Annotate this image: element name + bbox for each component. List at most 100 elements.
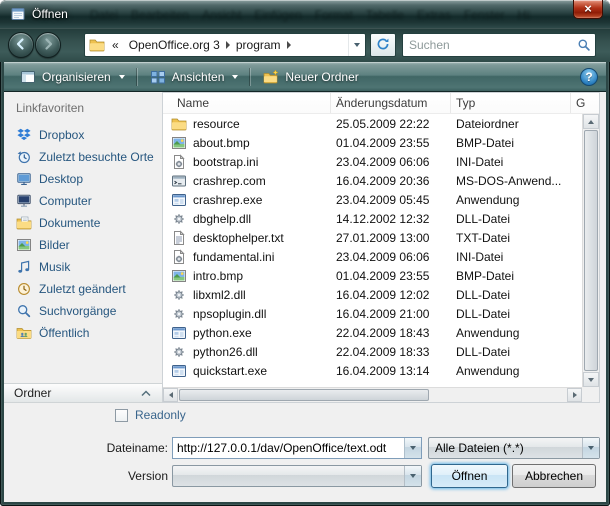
sidebar-item-label: Zuletzt besuchte Orte	[39, 150, 154, 164]
breadcrumb-item-openoffice-org-3[interactable]: OpenOffice.org 3	[124, 34, 225, 56]
open-button[interactable]: Öffnen	[431, 464, 508, 488]
toolbar-button-label: Ansichten	[172, 70, 225, 84]
command-toolbar: Organisieren Ansichten Neuer Ordner ?	[4, 62, 606, 92]
sidebar-item-dropbox[interactable]: Dropbox	[4, 124, 162, 146]
file-row-quickstart-exe[interactable]: quickstart.exe16.04.2009 13:14Anwendung	[163, 361, 582, 380]
sidebar-item-computer[interactable]: Computer	[4, 190, 162, 212]
sidebar-item-bilder[interactable]: Bilder	[4, 234, 162, 256]
address-bar[interactable]: «OpenOffice.org 3 program	[84, 33, 366, 57]
sidebar-item-label: Zuletzt geändert	[39, 282, 126, 296]
forward-button[interactable]	[35, 32, 61, 58]
file-row-bootstrap-ini[interactable]: bootstrap.ini23.04.2009 06:06INI-Datei	[163, 152, 582, 171]
ini-icon	[171, 154, 187, 170]
help-button[interactable]: ?	[580, 68, 598, 86]
search-icon[interactable]	[573, 38, 595, 52]
file-name: bootstrap.ini	[193, 155, 258, 169]
sidebar-item-desktop[interactable]: Desktop	[4, 168, 162, 190]
folders-bar[interactable]: Ordner	[4, 383, 162, 403]
toolbar-organisieren[interactable]: Organisieren	[12, 65, 133, 89]
sidebar-item-musik[interactable]: Musik	[4, 256, 162, 278]
views-icon	[150, 69, 166, 85]
file-name: fundamental.ini	[193, 250, 274, 264]
forward-arrow-icon	[41, 37, 55, 54]
search-box	[402, 33, 596, 57]
vertical-scroll-thumb[interactable]	[584, 130, 598, 371]
bmp-icon	[171, 135, 187, 151]
sidebar-item-zuletzt-besuchte-orte[interactable]: Zuletzt besuchte Orte	[4, 146, 162, 168]
scroll-up-button[interactable]	[583, 114, 599, 129]
breadcrumb-separator-icon	[226, 41, 230, 49]
file-date: 22.04.2009 18:33	[331, 345, 451, 359]
file-row-resource[interactable]: resource25.05.2009 22:22Dateiordner	[163, 114, 582, 133]
file-row-crashrep-com[interactable]: crashrep.com16.04.2009 20:36MS-DOS-Anwen…	[163, 171, 582, 190]
breadcrumb-item-program[interactable]: program	[231, 34, 286, 56]
file-row-python26-dll[interactable]: python26.dll22.04.2009 18:33DLL-Datei	[163, 342, 582, 361]
vertical-scrollbar[interactable]	[582, 114, 599, 387]
file-type: Anwendung	[451, 364, 571, 378]
filename-dropdown-button[interactable]	[404, 438, 421, 458]
sidebar-item-oeffentlich[interactable]: Öffentlich	[4, 322, 162, 344]
file-row-intro-bmp[interactable]: intro.bmp01.04.2009 23:55BMP-Datei	[163, 266, 582, 285]
documents-icon	[16, 215, 32, 231]
file-row-python-exe[interactable]: python.exe22.04.2009 18:43Anwendung	[163, 323, 582, 342]
window-title: Öffnen	[32, 7, 68, 21]
ghost-menu-item: Format	[315, 8, 353, 22]
sidebar-item-label: Dropbox	[39, 128, 84, 142]
sidebar-items: Dropbox Zuletzt besuchte Orte Desktop Compu…	[4, 124, 162, 344]
file-date: 16.04.2009 20:36	[331, 174, 451, 188]
scroll-left-button[interactable]	[163, 388, 178, 402]
file-date: 16.04.2009 21:00	[331, 307, 451, 321]
breadcrumb-overflow[interactable]: «	[107, 34, 124, 56]
file-type: Dateiordner	[451, 117, 571, 131]
music-icon	[16, 259, 32, 275]
file-row-dbghelp-dll[interactable]: dbghelp.dll14.12.2002 12:32DLL-Datei	[163, 209, 582, 228]
sidebar-item-dokumente[interactable]: Dokumente	[4, 212, 162, 234]
file-row-crashrep-exe[interactable]: crashrep.exe23.04.2009 05:45Anwendung	[163, 190, 582, 209]
triangle-up-icon	[588, 120, 594, 124]
toolbar-ansichten[interactable]: Ansichten	[142, 65, 247, 89]
ghost-menu-item: Tabelle	[366, 8, 404, 22]
toolbar-button-label: Neuer Ordner	[285, 70, 358, 84]
file-name-cell: crashrep.exe	[163, 192, 331, 208]
ini-icon	[171, 249, 187, 265]
file-row-fundamental-ini[interactable]: fundamental.ini23.04.2009 06:06INI-Datei	[163, 247, 582, 266]
filename-input[interactable]	[173, 438, 404, 458]
dll-icon	[171, 344, 187, 360]
horizontal-scrollbar[interactable]	[163, 387, 582, 402]
file-row-libxml2-dll[interactable]: libxml2.dll16.04.2009 12:02DLL-Datei	[163, 285, 582, 304]
version-dropdown-button[interactable]	[404, 466, 421, 486]
scroll-down-button[interactable]	[583, 372, 599, 387]
file-name: libxml2.dll	[193, 288, 246, 302]
column-header-g[interactable]: G	[571, 93, 599, 113]
column-header-name[interactable]: Name	[163, 93, 331, 113]
close-button[interactable]: ×	[573, 0, 603, 19]
file-name: crashrep.exe	[193, 193, 262, 207]
sidebar-item-label: Desktop	[39, 172, 83, 186]
column-header-typ[interactable]: Typ	[451, 93, 571, 113]
readonly-checkbox[interactable]	[115, 409, 128, 422]
titlebar[interactable]: Öffnen DateiBearbeitenAnsichtEinfügenFor…	[0, 0, 610, 28]
scroll-right-button[interactable]	[567, 388, 582, 402]
sidebar-item-zuletzt-geaendert[interactable]: Zuletzt geändert	[4, 278, 162, 300]
back-button[interactable]	[8, 32, 34, 58]
sidebar-item-label: Bilder	[39, 238, 70, 252]
chevron-down-icon	[410, 474, 416, 478]
search-input[interactable]	[403, 38, 573, 52]
file-row-about-bmp[interactable]: about.bmp01.04.2009 23:55BMP-Datei	[163, 133, 582, 152]
filetype-dropdown-button[interactable]	[582, 438, 599, 458]
version-select[interactable]	[172, 465, 422, 487]
file-name: intro.bmp	[193, 269, 243, 283]
column-header-aenderungsdatum[interactable]: Änderungsdatum	[331, 93, 451, 113]
file-list: NameÄnderungsdatumTypG resource25.05.200…	[162, 92, 600, 403]
file-row-npsoplugin-dll[interactable]: npsoplugin.dll16.04.2009 21:00DLL-Datei	[163, 304, 582, 323]
address-history-button[interactable]	[348, 34, 365, 56]
toolbar-neuer-ordner[interactable]: Neuer Ordner	[255, 65, 366, 89]
filetype-select[interactable]: Alle Dateien (*.*)	[428, 437, 600, 459]
refresh-button[interactable]	[370, 33, 396, 57]
file-date: 01.04.2009 23:55	[331, 136, 451, 150]
cancel-button[interactable]: Abbrechen	[512, 464, 596, 488]
horizontal-scroll-thumb[interactable]	[179, 389, 429, 401]
ghost-menu: DateiBearbeitenAnsichtEinfügenFormatTabe…	[90, 8, 530, 22]
file-row-desktophelper-txt[interactable]: desktophelper.txt27.01.2009 13:00TXT-Dat…	[163, 228, 582, 247]
sidebar-item-suchvorgaenge[interactable]: Suchvorgänge	[4, 300, 162, 322]
